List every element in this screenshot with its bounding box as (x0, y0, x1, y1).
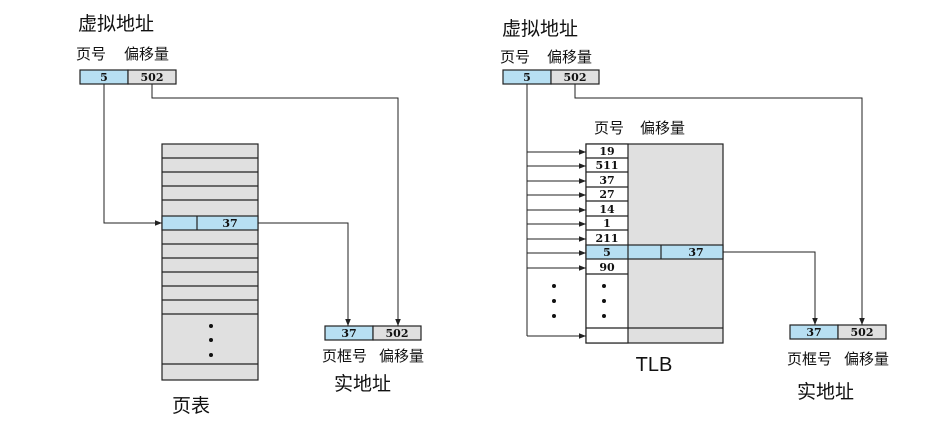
tlb-page-number-label: 页号 (594, 119, 624, 137)
tlb-hit-tag: 5 (603, 246, 611, 259)
tlb-entry-tag: 19 (599, 145, 614, 158)
right-diagram: 虚拟地址 页号 偏移量 5 502 页号 偏移量 19 511 37 27 14… (500, 18, 889, 403)
right-frame-label: 页框号 (787, 350, 832, 368)
tlb-entry-tag: 37 (599, 174, 614, 187)
right-vpn-value: 5 (523, 71, 531, 84)
page-table-label: 页表 (172, 395, 210, 417)
left-offset-label: 偏移量 (124, 45, 169, 63)
left-frame-arrow (258, 222, 351, 326)
ellipsis-dot (602, 314, 606, 318)
ellipsis-dot (552, 299, 556, 303)
tlb-entry-tag: 511 (596, 159, 619, 172)
right-frame-arrow (723, 251, 818, 325)
left-physical-address-label: 实地址 (334, 373, 391, 395)
left-offset-value: 502 (141, 71, 164, 84)
ellipsis-dot (209, 353, 213, 357)
ellipsis-dot (209, 324, 213, 328)
ellipsis-dot (602, 284, 606, 288)
left-vpn-arrow (103, 84, 162, 226)
tlb-entry-tag: 90 (599, 261, 615, 274)
right-offset-value: 502 (564, 71, 587, 84)
ellipsis-dot (602, 299, 606, 303)
tlb-entry-tag: 1 (603, 217, 611, 230)
diagram-canvas: 虚拟地址 页号 偏移量 5 502 37 页表 37 502 页框号 偏移量 实… (76, 13, 889, 417)
right-phys-offset-label: 偏移量 (844, 350, 889, 368)
right-phys-offset-value: 502 (851, 326, 874, 339)
left-virtual-address-label: 虚拟地址 (78, 13, 154, 35)
ellipsis-dot (552, 314, 556, 318)
right-virtual-address-label: 虚拟地址 (502, 18, 578, 40)
left-phys-frame-value: 37 (341, 327, 356, 340)
right-page-number-label: 页号 (500, 48, 530, 66)
right-physical-address-label: 实地址 (797, 381, 854, 403)
tlb-hit-frame-value: 37 (688, 246, 703, 259)
left-vpn-value: 5 (100, 71, 108, 84)
left-phys-offset-label: 偏移量 (379, 347, 424, 365)
tlb-entry-tag: 27 (599, 188, 614, 201)
page-table: 37 (161, 143, 259, 381)
tlb-entry-tag: 211 (596, 232, 619, 245)
page-table-frame-value: 37 (222, 217, 237, 230)
tlb: 19 511 37 27 14 1 211 5 90 37 (585, 143, 724, 344)
left-phys-offset-value: 502 (386, 327, 409, 340)
tlb-entry-tag: 14 (599, 203, 615, 216)
page-table-outline (161, 143, 259, 381)
ellipsis-dot (209, 338, 213, 342)
right-offset-label: 偏移量 (547, 48, 592, 66)
left-diagram: 虚拟地址 页号 偏移量 5 502 37 页表 37 502 页框号 偏移量 实… (76, 13, 424, 417)
tlb-label: TLB (636, 354, 673, 376)
page-table-hit-entry (161, 215, 259, 231)
left-page-number-label: 页号 (76, 45, 106, 63)
ellipsis-dot (552, 284, 556, 288)
tlb-offset-label: 偏移量 (640, 119, 685, 137)
right-phys-frame-value: 37 (806, 326, 821, 339)
left-frame-label: 页框号 (322, 347, 367, 365)
